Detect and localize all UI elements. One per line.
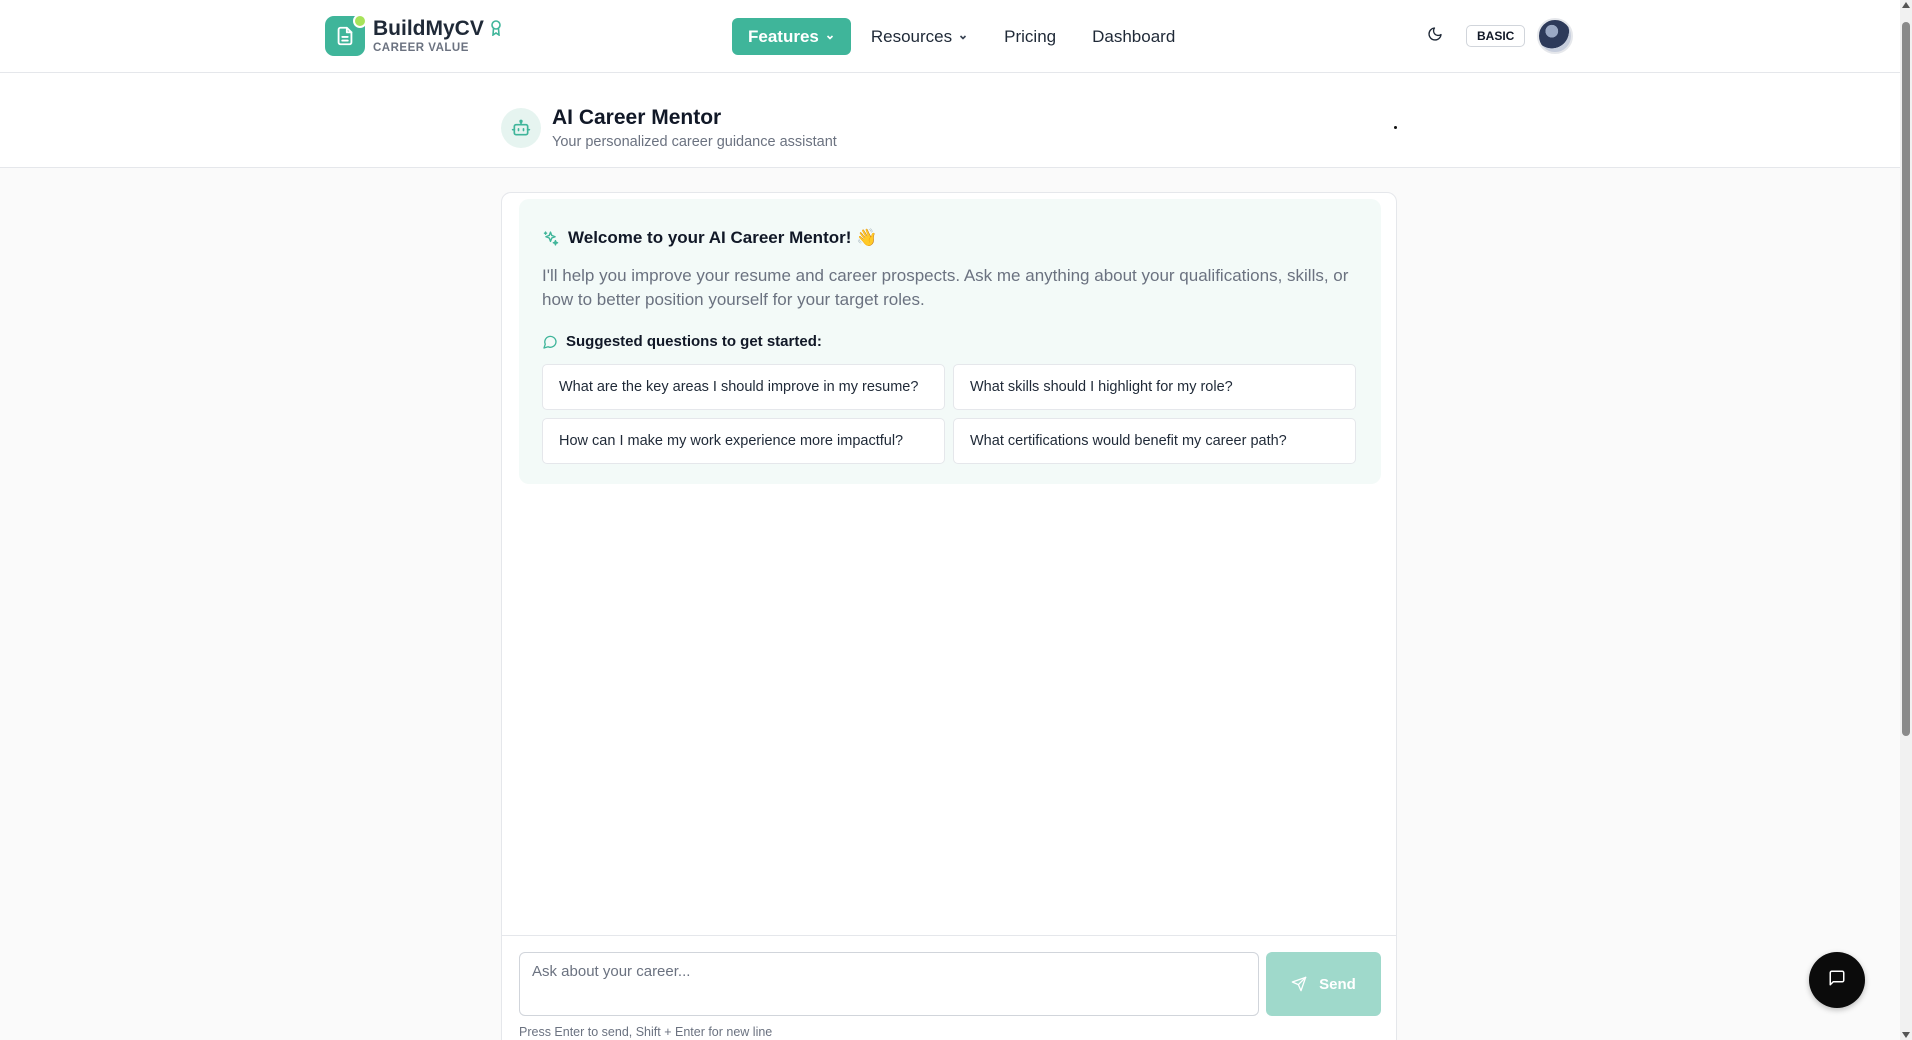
suggestion-button[interactable]: What certifications would benefit my car…	[953, 418, 1356, 464]
chevron-down-icon	[825, 32, 835, 42]
floating-chat-button[interactable]	[1809, 952, 1865, 1008]
nav-dashboard-label: Dashboard	[1092, 26, 1176, 46]
nav-resources-label: Resources	[870, 26, 953, 46]
brand-name: BuildMyCV	[373, 16, 484, 40]
message-circle-icon	[542, 334, 558, 350]
welcome-text: I'll help you improve your resume and ca…	[542, 266, 1349, 309]
chevron-down-icon	[958, 32, 968, 42]
top-navbar: BuildMyCV CAREER VALUE Features Resource…	[0, 0, 1900, 73]
send-icon	[1291, 976, 1307, 992]
header-tools: BASIC	[1420, 18, 1574, 54]
send-label: Send	[1319, 975, 1356, 993]
scroll-thumb[interactable]	[1902, 22, 1910, 736]
nav-resources[interactable]: Resources	[855, 18, 984, 55]
bot-icon	[501, 108, 541, 148]
message-square-icon	[1828, 969, 1846, 992]
theme-toggle-button[interactable]	[1420, 18, 1450, 54]
nav-pricing-label: Pricing	[1004, 26, 1057, 46]
welcome-card: Welcome to your AI Career Mentor! 👋 I'll…	[519, 199, 1381, 484]
plan-badge: BASIC	[1466, 25, 1526, 47]
main-nav: Features Resources Pricing Dashboard	[732, 18, 1195, 55]
award-icon	[490, 20, 502, 37]
brand-tagline: CAREER VALUE	[373, 41, 469, 54]
suggestion-button[interactable]: What are the key areas I should improve …	[542, 364, 945, 410]
avatar[interactable]	[1537, 18, 1574, 54]
scroll-down-arrow[interactable]	[1902, 1032, 1910, 1038]
nav-pricing[interactable]: Pricing	[988, 18, 1072, 55]
moon-icon	[1427, 26, 1443, 47]
page-header	[0, 73, 1900, 168]
suggestions-grid: What are the key areas I should improve …	[542, 364, 1361, 464]
brand[interactable]: BuildMyCV CAREER VALUE	[325, 14, 502, 56]
suggested-questions-label: Suggested questions to get started:	[566, 333, 822, 350]
composer-hint: Press Enter to send, Shift + Enter for n…	[519, 1025, 773, 1039]
chat-panel: Welcome to your AI Career Mentor! 👋 I'll…	[501, 192, 1397, 1040]
page-scrollbar[interactable]	[1900, 0, 1912, 1040]
scroll-up-arrow[interactable]	[1902, 2, 1910, 8]
suggestion-button[interactable]: What skills should I highlight for my ro…	[953, 364, 1356, 410]
suggested-questions-heading: Suggested questions to get started:	[542, 333, 822, 350]
composer-divider	[502, 935, 1396, 936]
nav-features[interactable]: Features	[732, 18, 851, 55]
page-subtitle: Your personalized career guidance assist…	[552, 134, 837, 150]
welcome-title: Welcome to your AI Career Mentor! 👋	[568, 228, 878, 247]
welcome-title-row: Welcome to your AI Career Mentor! 👋	[542, 228, 877, 248]
nav-features-label: Features	[748, 26, 819, 46]
send-button[interactable]: Send	[1266, 952, 1381, 1016]
sparkle-dot	[353, 14, 367, 28]
sparkles-icon	[542, 230, 559, 247]
status-dot	[1394, 126, 1397, 129]
chat-input[interactable]	[519, 952, 1259, 1016]
document-icon	[325, 14, 367, 56]
page-title: AI Career Mentor	[552, 106, 722, 129]
suggestion-button[interactable]: How can I make my work experience more i…	[542, 418, 945, 464]
nav-dashboard[interactable]: Dashboard	[1076, 18, 1191, 55]
